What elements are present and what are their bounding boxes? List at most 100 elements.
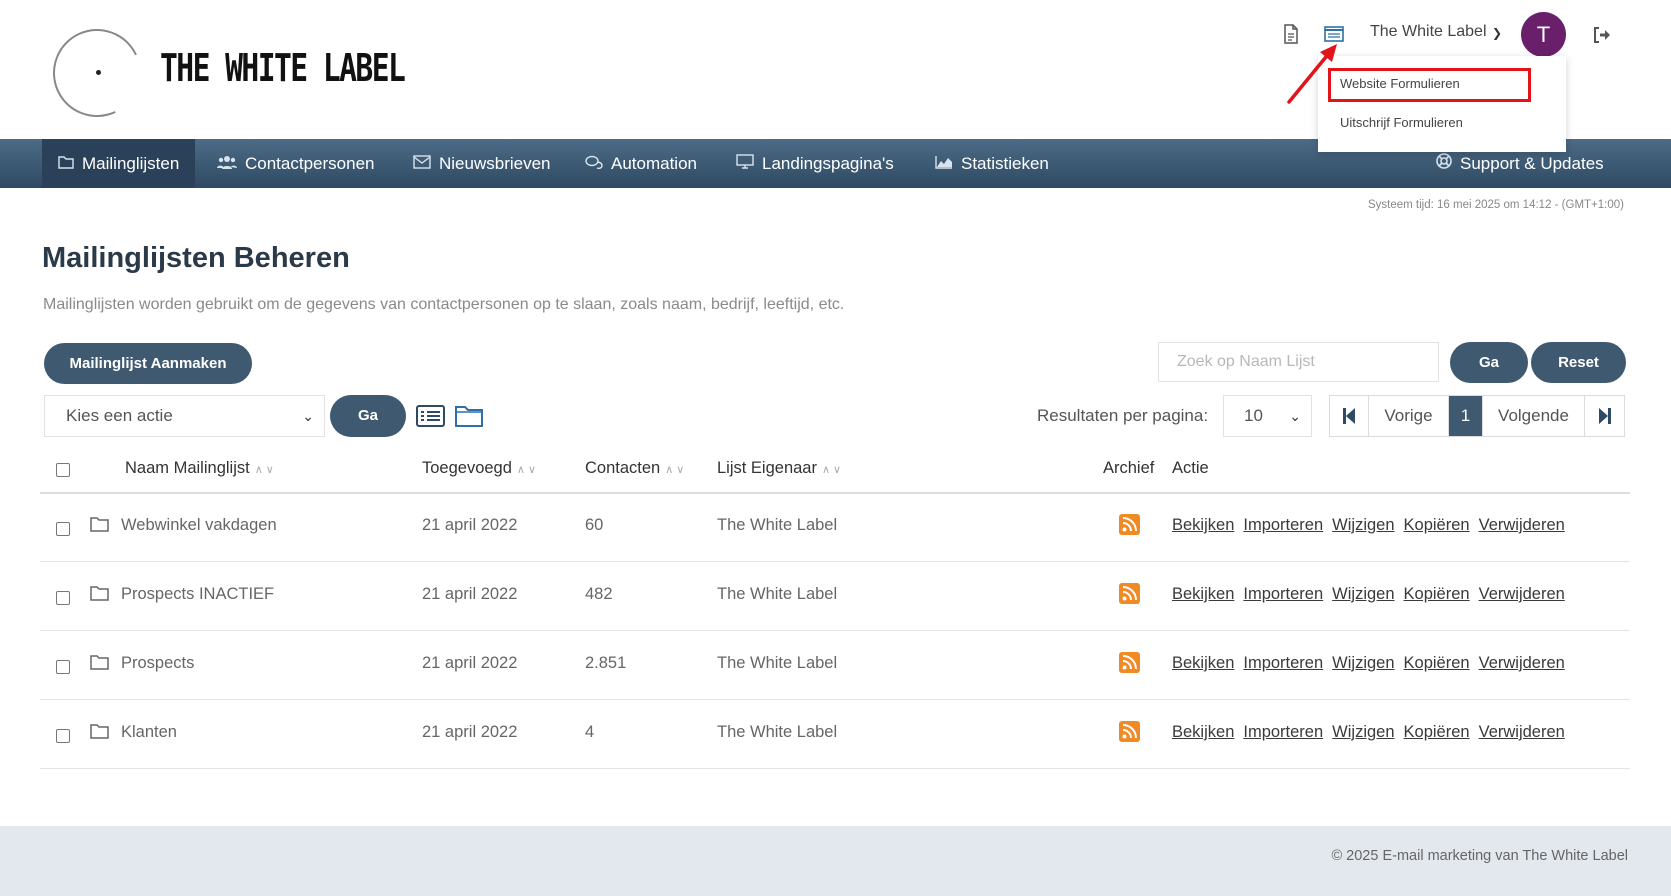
list-added-date: 21 april 2022 [422, 654, 518, 672]
list-name[interactable]: Webwinkel vakdagen [121, 516, 277, 535]
sort-icon[interactable]: ∧∨ [255, 464, 277, 476]
action-link-kopiëren[interactable]: Kopiëren [1404, 723, 1470, 741]
nav-label: Landingspagina's [762, 154, 894, 173]
action-link-kopiëren[interactable]: Kopiëren [1404, 654, 1470, 672]
list-added-date: 21 april 2022 [422, 723, 518, 741]
action-link-verwijderen[interactable]: Verwijderen [1479, 585, 1565, 603]
users-icon [217, 140, 237, 189]
rss-icon[interactable] [1119, 721, 1140, 742]
nav-item-contactpersonen[interactable]: Contactpersonen [217, 139, 374, 188]
col-header-name[interactable]: Naam Mailinglijst ∧∨ [125, 459, 277, 478]
bulk-action-go-button[interactable]: Ga [330, 395, 406, 437]
nav-label: Support & Updates [1460, 154, 1604, 173]
nav-item-automation[interactable]: Automation [585, 139, 697, 188]
table-row: Prospects INACTIEF 21 april 2022 482 The Wh… [40, 563, 1630, 631]
list-view-icon[interactable] [416, 405, 445, 427]
rss-icon[interactable] [1119, 652, 1140, 673]
row-actions: Bekijken Importeren Wijzigen Kopiëren Verwij… [1172, 654, 1574, 673]
page-number-button[interactable]: 1 [1449, 396, 1483, 436]
list-contacts-count: 482 [585, 585, 613, 603]
nav-label: Contactpersonen [245, 154, 375, 173]
rss-icon[interactable] [1119, 583, 1140, 604]
rss-icon[interactable] [1119, 514, 1140, 535]
nav-item-landingspaginas[interactable]: Landingspagina's [736, 139, 894, 188]
chart-icon [935, 140, 953, 189]
row-actions: Bekijken Importeren Wijzigen Kopiëren Verwij… [1172, 516, 1574, 535]
nav-item-nieuwsbrieven[interactable]: Nieuwsbrieven [413, 139, 551, 188]
action-link-verwijderen[interactable]: Verwijderen [1479, 516, 1565, 534]
bulk-action-select[interactable]: Kies een actie ⌄ [44, 395, 325, 437]
list-name[interactable]: Klanten [121, 723, 177, 742]
action-link-importeren[interactable]: Importeren [1243, 654, 1323, 672]
action-link-importeren[interactable]: Importeren [1243, 585, 1323, 603]
system-time: Systeem tijd: 16 mei 2025 om 14:12 - (GM… [1368, 199, 1624, 211]
action-link-kopiëren[interactable]: Kopiëren [1404, 585, 1470, 603]
action-link-importeren[interactable]: Importeren [1243, 516, 1323, 534]
action-link-verwijderen[interactable]: Verwijderen [1479, 654, 1565, 672]
monitor-icon [736, 140, 754, 189]
nav-item-mailinglijsten[interactable]: Mailinglijsten [42, 139, 196, 188]
row-checkbox[interactable] [56, 660, 70, 674]
folder-view-icon[interactable] [455, 404, 483, 428]
chat-icon [585, 140, 603, 189]
chevron-down-icon[interactable]: ❯ [1492, 26, 1502, 40]
reset-button[interactable]: Reset [1531, 342, 1626, 383]
list-name[interactable]: Prospects INACTIEF [121, 585, 274, 604]
row-actions: Bekijken Importeren Wijzigen Kopiëren Verwij… [1172, 585, 1574, 604]
list-owner: The White Label [717, 654, 838, 672]
nav-label: Nieuwsbrieven [439, 154, 551, 173]
results-per-page-select[interactable]: 10 ⌄ [1223, 395, 1312, 437]
row-checkbox[interactable] [56, 729, 70, 743]
bulk-action-value: Kies een actie [66, 406, 173, 425]
list-contacts-count: 4 [585, 723, 595, 741]
envelope-icon [413, 140, 431, 189]
action-link-bekijken[interactable]: Bekijken [1172, 723, 1234, 741]
action-link-wijzigen[interactable]: Wijzigen [1332, 516, 1394, 534]
avatar[interactable]: T [1521, 12, 1566, 57]
action-link-bekijken[interactable]: Bekijken [1172, 516, 1234, 534]
sort-icon[interactable]: ∧∨ [517, 464, 539, 476]
list-name[interactable]: Prospects [121, 654, 194, 673]
list-contacts-count: 60 [585, 516, 604, 534]
list-added-date: 21 april 2022 [422, 516, 518, 534]
table-row: Klanten 21 april 2022 4 The White Label Beki… [40, 701, 1630, 769]
folder-icon [90, 586, 109, 601]
dropdown-item-unsubscribe-forms[interactable]: Uitschrijf Formulieren [1340, 115, 1463, 130]
col-header-archive: Archief [1103, 459, 1155, 477]
next-page-button[interactable]: Volgende [1483, 396, 1585, 436]
select-all-checkbox[interactable] [56, 463, 70, 477]
sort-icon[interactable]: ∧∨ [665, 464, 687, 476]
logo-dot [96, 70, 101, 75]
search-go-button[interactable]: Ga [1450, 342, 1528, 383]
action-link-verwijderen[interactable]: Verwijderen [1479, 723, 1565, 741]
create-list-button[interactable]: Mailinglijst Aanmaken [44, 343, 252, 384]
first-page-icon[interactable] [1330, 396, 1369, 436]
nav-item-statistieken[interactable]: Statistieken [935, 139, 1049, 188]
last-page-icon[interactable] [1585, 396, 1624, 436]
action-link-wijzigen[interactable]: Wijzigen [1332, 654, 1394, 672]
action-link-wijzigen[interactable]: Wijzigen [1332, 723, 1394, 741]
list-added-date: 21 april 2022 [422, 585, 518, 603]
prev-page-button[interactable]: Vorige [1369, 396, 1449, 436]
search-input[interactable] [1158, 342, 1439, 382]
col-header-added[interactable]: Toegevoegd ∧∨ [422, 459, 539, 478]
row-checkbox[interactable] [56, 522, 70, 536]
action-link-bekijken[interactable]: Bekijken [1172, 654, 1234, 672]
action-link-kopiëren[interactable]: Kopiëren [1404, 516, 1470, 534]
action-link-bekijken[interactable]: Bekijken [1172, 585, 1234, 603]
sort-icon[interactable]: ∧∨ [822, 464, 844, 476]
logo[interactable]: THE WHITE LABEL [160, 46, 406, 90]
page-title: Mailinglijsten Beheren [42, 242, 350, 274]
results-per-page-value: 10 [1244, 406, 1263, 425]
row-checkbox[interactable] [56, 591, 70, 605]
nav-label: Automation [611, 154, 697, 173]
logout-icon[interactable] [1592, 25, 1612, 45]
col-header-contacts[interactable]: Contacten ∧∨ [585, 459, 687, 478]
page-description: Mailinglijsten worden gebruikt om de geg… [43, 296, 845, 313]
action-link-wijzigen[interactable]: Wijzigen [1332, 585, 1394, 603]
action-link-importeren[interactable]: Importeren [1243, 723, 1323, 741]
table-row: Prospects 21 april 2022 2.851 The White Lab… [40, 632, 1630, 700]
user-menu-name[interactable]: The White Label [1370, 23, 1487, 41]
footer-copyright: © 2025 E-mail marketing van The White La… [1331, 848, 1628, 864]
col-header-owner[interactable]: Lijst Eigenaar ∧∨ [717, 459, 844, 478]
